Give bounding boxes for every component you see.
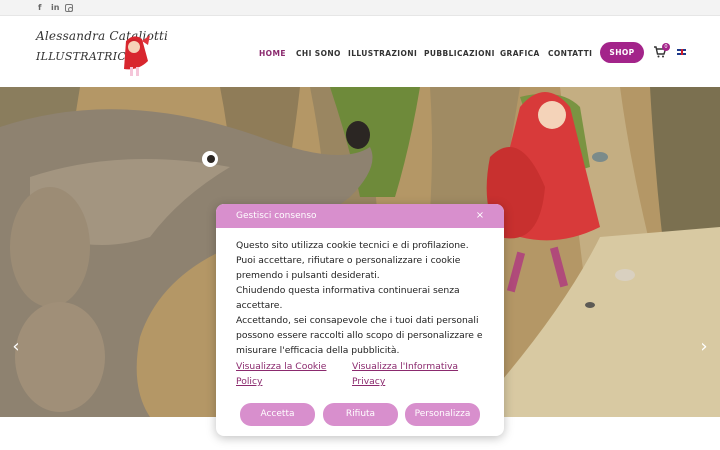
consent-paragraph: Questo sito utilizza cookie tecnici e di… (236, 240, 469, 281)
nav-illustrazioni[interactable]: ILLUSTRAZIONI (348, 48, 417, 60)
facebook-icon[interactable]: f (38, 2, 41, 14)
slider-prev-arrow[interactable]: ‹ (9, 337, 23, 357)
site-logo[interactable]: Alessandra Cataliotti ILLUSTRATRICE (34, 25, 168, 81)
site-header: Alessandra Cataliotti ILLUSTRATRICE HOME… (0, 17, 720, 87)
shop-button[interactable]: SHOP (600, 42, 644, 63)
nav-grafica[interactable]: GRAFICA (500, 48, 540, 60)
nav-pubblicazioni[interactable]: PUBBLICAZIONI (424, 48, 495, 60)
instagram-icon[interactable] (65, 4, 73, 12)
slider-next-arrow[interactable]: › (697, 337, 711, 357)
nav-contatti[interactable]: CONTATTI (548, 48, 592, 60)
cookie-consent-dialog: Gestisci consenso × Questo sito utilizza… (216, 204, 504, 436)
linkedin-icon[interactable]: in (51, 2, 59, 14)
english-flag-icon[interactable] (677, 49, 686, 55)
nav-chi-sono[interactable]: CHI SONO (296, 48, 341, 60)
consent-paragraph: Chiudendo questa informativa continuerai… (236, 285, 460, 311)
nav-home[interactable]: HOME (259, 48, 286, 60)
cart-count-badge: 0 (662, 43, 670, 51)
customize-button[interactable]: Personalizza (405, 403, 480, 426)
cookie-policy-link[interactable]: Visualizza la Cookie Policy (236, 359, 336, 389)
accept-button[interactable]: Accetta (240, 403, 315, 426)
close-icon[interactable]: × (474, 209, 486, 223)
consent-text: Questo sito utilizza cookie tecnici e di… (236, 238, 488, 358)
privacy-link[interactable]: Visualizza l'Informativa Privacy (352, 359, 468, 389)
reject-button[interactable]: Rifiuta (323, 403, 398, 426)
consent-paragraph: Accettando, sei consapevole che i tuoi d… (236, 315, 483, 356)
logo-girl-illustration (124, 35, 150, 76)
dialog-header: Gestisci consenso × (216, 204, 504, 228)
dialog-title: Gestisci consenso (236, 211, 317, 221)
social-bar: f in (0, 0, 720, 16)
